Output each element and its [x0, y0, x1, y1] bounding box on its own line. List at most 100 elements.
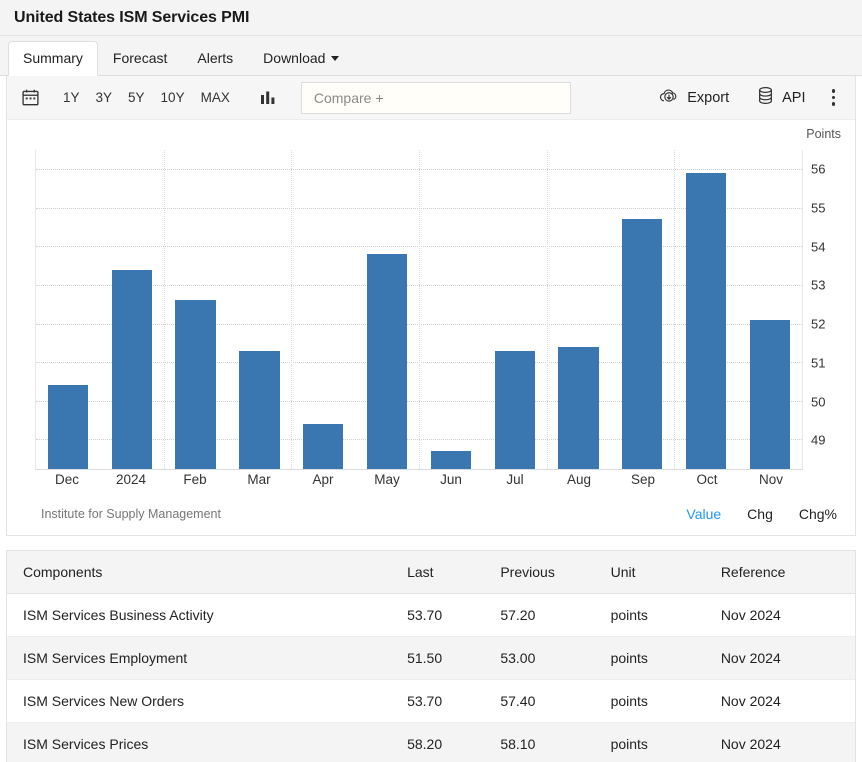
bar-slot[interactable]	[36, 150, 100, 469]
x-axis-tick-label: 2024	[99, 472, 163, 492]
bar[interactable]	[558, 347, 598, 469]
y-axis-labels: 4950515253545556	[803, 150, 849, 470]
bar[interactable]	[431, 451, 471, 469]
bar[interactable]	[48, 385, 88, 469]
export-label: Export	[687, 90, 729, 106]
tab-label: Forecast	[113, 50, 167, 66]
x-axis-tick-label: Apr	[291, 472, 355, 492]
components-table: ComponentsLastPreviousUnitReference ISM …	[7, 551, 855, 762]
export-button[interactable]: Export	[645, 81, 743, 115]
api-button[interactable]: API	[743, 80, 819, 115]
x-axis-tick-label: Feb	[163, 472, 227, 492]
range-button-max[interactable]: MAX	[194, 85, 237, 110]
y-axis-tick-label: 56	[811, 162, 825, 177]
y-axis-tick-label: 53	[811, 278, 825, 293]
cell-name: ISM Services Prices	[7, 723, 397, 762]
column-header[interactable]: Previous	[490, 551, 600, 594]
legend-toggle-chg-pct[interactable]: Chg%	[799, 506, 837, 522]
tab-summary[interactable]: Summary	[8, 41, 98, 76]
chart-source: Institute for Supply Management	[41, 507, 221, 521]
chart-plot-area: Points 4950515253545556 Dec2024FebMarApr…	[7, 120, 855, 535]
legend-toggle-chg[interactable]: Chg	[747, 506, 773, 522]
tab-bar: Summary Forecast Alerts Download	[0, 36, 862, 76]
x-axis-tick-label: Jul	[483, 472, 547, 492]
bar-slot[interactable]	[100, 150, 164, 469]
bar[interactable]	[239, 351, 279, 469]
x-axis-tick-label: Sep	[611, 472, 675, 492]
cell-previous: 53.00	[490, 637, 600, 680]
cell-name: ISM Services Business Activity	[7, 594, 397, 637]
x-axis-tick-label: May	[355, 472, 419, 492]
bar-slot[interactable]	[483, 150, 547, 469]
cell-last: 53.70	[397, 680, 490, 723]
bar-series	[36, 150, 802, 469]
tab-forecast[interactable]: Forecast	[98, 41, 182, 76]
tab-label: Download	[263, 50, 325, 66]
column-header[interactable]: Last	[397, 551, 490, 594]
tab-download[interactable]: Download	[248, 41, 354, 76]
range-button-5y[interactable]: 5Y	[121, 85, 152, 110]
chevron-down-icon	[331, 56, 339, 61]
cell-unit: points	[601, 594, 711, 637]
chart-unit-label: Points	[806, 127, 841, 141]
column-header[interactable]: Reference	[711, 551, 855, 594]
bar[interactable]	[622, 219, 662, 469]
table-row[interactable]: ISM Services Prices58.2058.10pointsNov 2…	[7, 723, 855, 762]
bar[interactable]	[112, 270, 152, 469]
bar[interactable]	[686, 173, 726, 469]
bar-slot[interactable]	[674, 150, 738, 469]
bar[interactable]	[303, 424, 343, 469]
page-header: United States ISM Services PMI	[0, 0, 862, 36]
range-button-3y[interactable]: 3Y	[89, 85, 120, 110]
y-axis-tick-label: 52	[811, 317, 825, 332]
bar-slot[interactable]	[547, 150, 611, 469]
bar-slot[interactable]	[291, 150, 355, 469]
column-header[interactable]: Unit	[601, 551, 711, 594]
bar-slot[interactable]	[164, 150, 228, 469]
bar-slot[interactable]	[355, 150, 419, 469]
cell-previous: 58.10	[490, 723, 600, 762]
table-header: ComponentsLastPreviousUnitReference	[7, 551, 855, 594]
cell-reference: Nov 2024	[711, 637, 855, 680]
bar-slot[interactable]	[610, 150, 674, 469]
cell-unit: points	[601, 680, 711, 723]
toolbar-right-actions: Export API	[645, 80, 847, 115]
column-header[interactable]: Components	[7, 551, 397, 594]
bar[interactable]	[495, 351, 535, 469]
table-row[interactable]: ISM Services Business Activity53.7057.20…	[7, 594, 855, 637]
cell-previous: 57.40	[490, 680, 600, 723]
compare-input[interactable]	[301, 82, 571, 114]
kebab-menu-icon[interactable]	[820, 81, 848, 114]
bar-slot[interactable]	[227, 150, 291, 469]
tab-alerts[interactable]: Alerts	[182, 41, 248, 76]
cell-reference: Nov 2024	[711, 594, 855, 637]
database-icon	[757, 86, 774, 109]
bar[interactable]	[750, 320, 790, 469]
y-axis-tick-label: 54	[811, 239, 825, 254]
plot-canvas	[35, 150, 803, 470]
x-axis-tick-label: Dec	[35, 472, 99, 492]
x-axis-tick-label: Jun	[419, 472, 483, 492]
table-row[interactable]: ISM Services New Orders53.7057.40pointsN…	[7, 680, 855, 723]
table-row[interactable]: ISM Services Employment51.5053.00pointsN…	[7, 637, 855, 680]
bar-chart-icon[interactable]	[259, 89, 277, 107]
bar[interactable]	[367, 254, 407, 469]
cell-name: ISM Services Employment	[7, 637, 397, 680]
range-button-1y[interactable]: 1Y	[56, 85, 87, 110]
y-axis-tick-label: 55	[811, 201, 825, 216]
api-label: API	[782, 90, 805, 106]
cell-last: 58.20	[397, 723, 490, 762]
x-axis-tick-label: Oct	[675, 472, 739, 492]
range-button-10y[interactable]: 10Y	[154, 85, 192, 110]
page-title: United States ISM Services PMI	[14, 9, 249, 27]
range-buttons: 1Y3Y5Y10YMAX	[56, 85, 237, 110]
legend-toggle-value[interactable]: Value	[686, 506, 721, 522]
cell-reference: Nov 2024	[711, 723, 855, 762]
bar-slot[interactable]	[738, 150, 802, 469]
bar-slot[interactable]	[419, 150, 483, 469]
x-axis-tick-label: Nov	[739, 472, 803, 492]
calendar-icon[interactable]	[21, 88, 40, 107]
bar[interactable]	[175, 300, 215, 469]
chart-toolbar: 1Y3Y5Y10YMAX Export	[7, 76, 855, 120]
chart-card: 1Y3Y5Y10YMAX Export	[6, 76, 856, 536]
